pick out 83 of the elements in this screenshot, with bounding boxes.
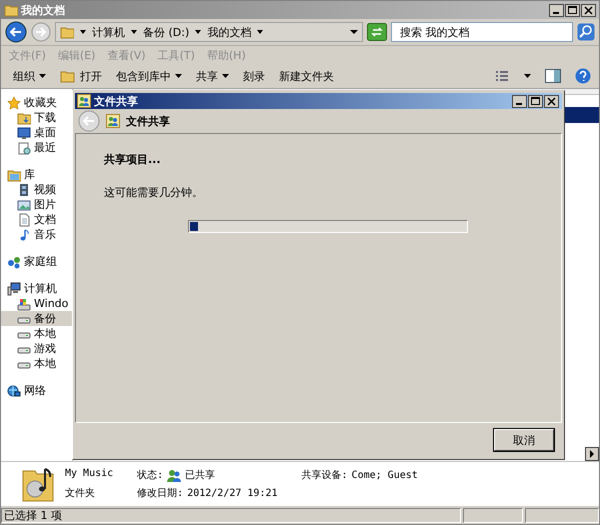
search-field[interactable]: 搜索 我的文档 (391, 22, 573, 42)
sidebar-item[interactable]: 桌面 (1, 125, 72, 140)
sidebar-item[interactable]: 音乐 (1, 227, 72, 242)
field-value: 2012/2/27 19:21 (187, 488, 278, 498)
breadcrumb[interactable]: 我的文档 (207, 24, 252, 40)
people-network-icon (7, 254, 21, 268)
caret-icon[interactable] (524, 74, 531, 78)
sidebar-item[interactable]: 本地 (1, 356, 72, 371)
caret-icon (222, 74, 229, 78)
address-bar[interactable]: 计算机 备份 (D:) 我的文档 (55, 22, 363, 42)
folder-icon (60, 25, 74, 39)
toolbar-button[interactable]: 新建文件夹 (279, 68, 334, 84)
status-heading: 共享项目... (104, 152, 162, 167)
caret-icon (39, 74, 46, 78)
maximize-icon[interactable] (565, 4, 580, 16)
sidebar-item[interactable]: 库 (1, 167, 72, 182)
dialog-title: 文件共享 (94, 94, 139, 108)
file-type: 文件夹 (65, 486, 96, 500)
dialog-heading: 文件共享 (126, 114, 170, 128)
monitor-icon (17, 126, 31, 140)
picture-icon (17, 198, 31, 212)
field-value: Come; Guest (352, 470, 418, 480)
caret-icon (257, 29, 264, 35)
sidebar-item[interactable]: 游戏 (1, 341, 72, 356)
field-value: 已共享 (185, 468, 216, 482)
sidebar-item[interactable]: 网络 (1, 383, 72, 398)
people-icon (77, 94, 91, 108)
status-bar-section (463, 508, 523, 522)
people-icon (106, 114, 120, 128)
file-name: My Music (65, 468, 114, 481)
music-folder-icon (21, 465, 55, 503)
document-icon (17, 140, 31, 154)
maximize-icon[interactable] (528, 94, 543, 108)
sidebar-item[interactable]: 本地 (1, 326, 72, 341)
drive-icon (17, 296, 31, 310)
people-icon (167, 468, 182, 482)
sidebar-item[interactable]: 家庭组 (1, 254, 72, 269)
sidebar-item[interactable]: 文档 (1, 212, 72, 227)
folder-icon (17, 110, 31, 124)
toolbar-button[interactable]: 刻录 (243, 68, 265, 84)
caret-icon (175, 74, 182, 78)
toolbar-button[interactable]: 打开 (60, 68, 102, 84)
minimize-icon[interactable] (549, 4, 564, 16)
toolbar-button[interactable]: 组织 (13, 68, 46, 84)
sidebar-item[interactable]: 收藏夹 (1, 95, 72, 110)
caret-icon (80, 29, 86, 35)
globe-network-icon (7, 384, 21, 398)
preview-pane-icon[interactable] (545, 69, 561, 83)
refresh-icon[interactable] (367, 23, 387, 41)
search-icon[interactable] (577, 23, 595, 41)
cancel-button[interactable]: 取消 (494, 429, 554, 451)
toolbar-button[interactable]: 包含到库中 (116, 68, 182, 84)
sidebar-item[interactable]: 下载 (1, 110, 72, 125)
folder-icon (60, 69, 76, 83)
sidebar-item[interactable]: Windo (1, 296, 72, 311)
minimize-icon[interactable] (512, 94, 527, 108)
folder-icon (7, 168, 21, 182)
caret-icon (131, 29, 137, 35)
caret-icon (195, 29, 202, 35)
help-icon[interactable] (575, 68, 591, 84)
window-title: 我的文档 (21, 2, 66, 18)
sidebar-item[interactable]: 备份 (1, 311, 72, 326)
sidebar-item[interactable]: 视频 (1, 182, 72, 197)
document-icon (17, 212, 31, 226)
sidebar-item[interactable]: 最近 (1, 140, 72, 155)
breadcrumb[interactable]: 计算机 (92, 24, 125, 40)
computer-icon (7, 282, 21, 296)
sidebar-item[interactable]: 图片 (1, 197, 72, 212)
view-list-icon[interactable] (494, 69, 510, 83)
star-icon (7, 96, 21, 110)
close-icon[interactable] (581, 4, 596, 16)
field-label: 修改日期: (137, 486, 184, 500)
breadcrumb[interactable]: 备份 (D:) (143, 24, 190, 40)
field-label: 共享设备: (302, 468, 348, 482)
status-message: 这可能需要几分钟。 (104, 185, 204, 200)
close-icon[interactable] (544, 94, 559, 108)
status-text: 已选择 1 项 (4, 508, 62, 522)
film-icon (17, 182, 31, 196)
toolbar-button[interactable]: 共享 (196, 68, 229, 84)
dropdown-caret-icon[interactable] (350, 29, 358, 35)
field-label: 状态: (137, 468, 164, 482)
sidebar-item[interactable]: 计算机 (1, 281, 72, 296)
folder-icon (4, 3, 18, 17)
